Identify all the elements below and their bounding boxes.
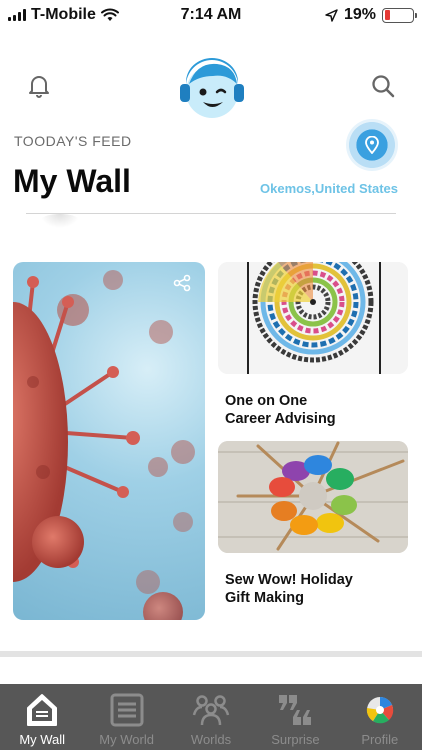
card-title-gift-making[interactable]: Sew Wow! Holiday Gift Making bbox=[225, 571, 405, 607]
tab-my-world[interactable]: My World bbox=[84, 684, 168, 750]
tab-bar: My Wall My World Worlds Surprise Profile bbox=[0, 684, 422, 750]
color-wheel-image bbox=[218, 262, 408, 374]
profile-icon bbox=[366, 697, 394, 724]
header-divider bbox=[26, 213, 396, 214]
people-icon bbox=[192, 695, 230, 726]
divider-shadow bbox=[40, 214, 80, 228]
card-title-line: Career Advising bbox=[225, 411, 336, 427]
location-pin-icon bbox=[365, 136, 379, 154]
battery-fill bbox=[384, 10, 390, 20]
virus-image bbox=[13, 270, 195, 620]
status-bar: T-Mobile 7:14 AM 19% bbox=[0, 0, 422, 30]
battery-percent: 19% bbox=[343, 6, 376, 23]
status-right: 19% bbox=[325, 6, 417, 24]
card-title-career-advising[interactable]: One on One Career Advising bbox=[225, 392, 405, 428]
tab-surprise[interactable]: Surprise bbox=[253, 684, 337, 750]
location-label[interactable]: Okemos,United States bbox=[260, 181, 398, 196]
card-title-line: Gift Making bbox=[225, 590, 304, 606]
feed-card-gift-making[interactable] bbox=[218, 441, 408, 553]
tab-label: My World bbox=[99, 732, 154, 747]
feed-card-career-advising[interactable] bbox=[218, 262, 408, 374]
card-title-line: One on One bbox=[225, 393, 308, 409]
page-title: My Wall bbox=[13, 163, 131, 199]
location-pin-button[interactable] bbox=[346, 119, 398, 171]
tab-profile[interactable]: Profile bbox=[338, 684, 422, 750]
paint-palette-image bbox=[218, 441, 408, 553]
feed-card-virus[interactable] bbox=[13, 262, 205, 620]
tab-worlds[interactable]: Worlds bbox=[169, 684, 253, 750]
tab-label: Worlds bbox=[190, 732, 232, 747]
share-icon[interactable] bbox=[173, 274, 191, 292]
home-icon bbox=[27, 694, 58, 726]
search-icon[interactable] bbox=[370, 73, 396, 99]
logo-avatar[interactable] bbox=[177, 54, 247, 124]
tab-label: Surprise bbox=[271, 732, 320, 747]
location-arrow-icon bbox=[325, 8, 338, 22]
tab-label: Profile bbox=[361, 732, 399, 747]
battery-icon bbox=[382, 7, 417, 23]
feed-label: TOODAY'S FEED bbox=[14, 133, 132, 149]
quote-icon bbox=[279, 695, 312, 725]
list-icon bbox=[110, 693, 144, 727]
content-separator bbox=[0, 651, 422, 657]
bell-icon[interactable] bbox=[26, 73, 52, 99]
card-title-line: Sew Wow! Holiday bbox=[225, 572, 353, 588]
tab-label: My Wall bbox=[19, 732, 66, 747]
tab-my-wall[interactable]: My Wall bbox=[0, 684, 84, 750]
